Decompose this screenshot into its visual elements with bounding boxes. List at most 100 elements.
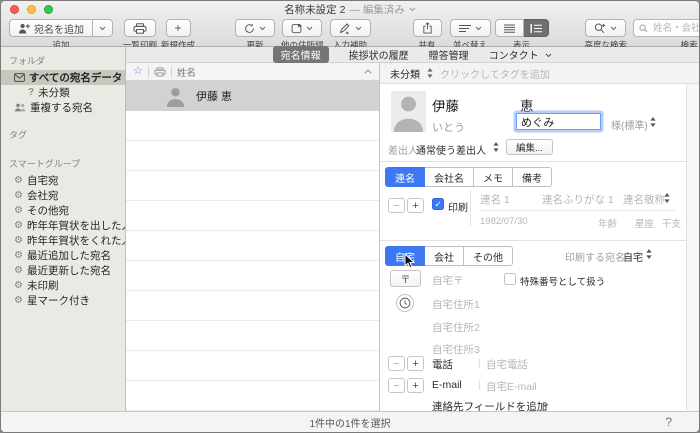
joint-honorific-stepper-icon[interactable] bbox=[664, 193, 670, 203]
smart-group-label: 自宅宛 bbox=[27, 173, 59, 188]
help-button[interactable]: ? bbox=[665, 415, 672, 429]
tab-joint-name[interactable]: 連名 bbox=[385, 167, 425, 187]
tab-greeting-history[interactable]: 挨拶状の履歴 bbox=[349, 47, 409, 62]
sender-stepper-icon[interactable] bbox=[493, 142, 499, 152]
print-target-stepper-icon[interactable] bbox=[646, 249, 652, 259]
column-divider bbox=[171, 67, 172, 77]
scrollbar-track[interactable] bbox=[686, 84, 699, 411]
history-clock-button[interactable] bbox=[396, 294, 414, 312]
list-row-name: 伊藤 恵 bbox=[196, 88, 232, 104]
birthday-placeholder[interactable]: 1982/07/30 bbox=[480, 216, 528, 227]
sender-select[interactable]: 通常使う差出人 bbox=[416, 142, 486, 157]
add-joint-button[interactable]: + bbox=[407, 198, 424, 213]
update-button[interactable] bbox=[235, 19, 275, 37]
tab-remarks[interactable]: 備考 bbox=[513, 167, 552, 187]
sidebar-item-recently-added[interactable]: ⚙ 最近追加した宛名 bbox=[1, 248, 125, 263]
phone-placeholder[interactable]: 自宅電話 bbox=[486, 357, 528, 372]
sidebar-item-unclassified[interactable]: ? 未分類 bbox=[1, 85, 125, 100]
sidebar-item-sent-cards-last-year[interactable]: ⚙ 昨年年賀状を出した人 bbox=[1, 218, 125, 233]
print-checkbox[interactable]: ✓ bbox=[432, 198, 444, 210]
title-chevron-down-icon[interactable] bbox=[409, 7, 416, 12]
address2-placeholder[interactable]: 自宅住所2 bbox=[432, 320, 480, 335]
joint-honorific-placeholder[interactable]: 連名敬称 bbox=[623, 192, 665, 207]
email-label: E-mail bbox=[432, 379, 462, 391]
tab-gift-management[interactable]: 贈答管理 bbox=[429, 47, 469, 62]
add-recipient-dropdown[interactable] bbox=[93, 19, 113, 37]
add-recipient-button[interactable]: 宛名を追加 bbox=[9, 19, 93, 37]
sidebar-item-starred[interactable]: ⚙ 星マーク付き bbox=[1, 293, 125, 308]
tab-other-address[interactable]: その他 bbox=[464, 246, 513, 266]
minimize-window-button[interactable] bbox=[27, 5, 36, 14]
joint-name-placeholder[interactable]: 連名 1 bbox=[480, 192, 510, 207]
list-print-button[interactable] bbox=[124, 19, 156, 37]
sidebar-item-all-data-label: すべての宛名データ bbox=[29, 70, 122, 85]
other-address-books-button[interactable] bbox=[282, 19, 322, 37]
remove-joint-button[interactable]: − bbox=[388, 198, 405, 213]
tab-company-name[interactable]: 会社名 bbox=[425, 167, 474, 187]
special-number-checkbox[interactable] bbox=[504, 273, 516, 285]
tab-company-address[interactable]: 会社 bbox=[425, 246, 464, 266]
name-column-header[interactable]: 姓名 bbox=[177, 65, 196, 79]
share-icon bbox=[422, 22, 433, 34]
phone-label: 電話 bbox=[432, 357, 453, 372]
sidebar-item-recently-updated[interactable]: ⚙ 最近更新した宛名 bbox=[1, 263, 125, 278]
detail-tabstrip: 宛名情報 挨拶状の履歴 贈答管理 コンタクト bbox=[126, 47, 699, 63]
postal-code-placeholder[interactable]: 自宅〒 bbox=[432, 273, 464, 288]
contact-avatar-large[interactable] bbox=[391, 91, 426, 132]
zoom-window-button[interactable] bbox=[44, 5, 53, 14]
honorific-stepper-icon[interactable] bbox=[650, 117, 656, 127]
address1-placeholder[interactable]: 自宅住所1 bbox=[432, 297, 480, 312]
joint-kana-placeholder[interactable]: 連名ふりがな 1 bbox=[542, 192, 614, 207]
tag-stepper-icon[interactable] bbox=[427, 68, 433, 78]
add-phone-button[interactable]: + bbox=[407, 356, 424, 371]
tab-memo[interactable]: メモ bbox=[474, 167, 513, 187]
close-window-button[interactable] bbox=[10, 5, 19, 14]
sidebar-item-duplicates[interactable]: 重複する宛名 bbox=[1, 100, 125, 115]
first-name-kana-input[interactable] bbox=[516, 113, 601, 130]
new-document-button[interactable]: + bbox=[166, 19, 191, 37]
remove-email-button[interactable]: − bbox=[388, 378, 405, 393]
add-email-button[interactable]: + bbox=[407, 378, 424, 393]
advanced-search-button[interactable] bbox=[585, 19, 626, 37]
list-body: 伊藤 恵 bbox=[126, 81, 379, 411]
sort-ascending-icon[interactable] bbox=[364, 69, 372, 74]
question-icon: ? bbox=[28, 87, 34, 98]
sort-button[interactable] bbox=[450, 19, 491, 37]
sidebar-item-home-addressed[interactable]: ⚙ 自宅宛 bbox=[1, 173, 125, 188]
edit-sender-button[interactable]: 編集... bbox=[506, 139, 553, 155]
tag-select[interactable]: 未分類 bbox=[390, 66, 420, 81]
first-name[interactable]: 恵 bbox=[520, 95, 534, 115]
email-placeholder[interactable]: 自宅E-mail bbox=[486, 379, 537, 394]
print-column-icon[interactable] bbox=[154, 67, 166, 77]
last-name-kana[interactable]: いとう bbox=[432, 119, 465, 135]
person-add-icon bbox=[18, 23, 30, 34]
joint-tabs: 連名 会社名 メモ 備考 bbox=[385, 167, 552, 187]
share-button[interactable] bbox=[413, 19, 442, 37]
tab-contact[interactable]: コンタクト bbox=[489, 47, 553, 62]
search-input[interactable] bbox=[651, 22, 700, 35]
sidebar-item-other-addressed[interactable]: ⚙ その他宛 bbox=[1, 203, 125, 218]
sidebar-item-not-printed[interactable]: ⚙ 未印刷 bbox=[1, 278, 125, 293]
print-target-select[interactable]: 自宅 bbox=[623, 249, 643, 264]
sidebar-item-all-data[interactable]: すべての宛名データ bbox=[1, 70, 125, 85]
sidebar-item-received-cards-last-year[interactable]: ⚙ 昨年年賀状をくれた人 bbox=[1, 233, 125, 248]
smart-group-label: 星マーク付き bbox=[27, 293, 90, 308]
add-tag-placeholder[interactable]: クリックしてタグを追加 bbox=[440, 66, 550, 81]
tab-address-info[interactable]: 宛名情報 bbox=[273, 46, 329, 63]
search-icon bbox=[639, 24, 648, 33]
star-column-icon[interactable]: ☆ bbox=[133, 66, 143, 77]
last-name[interactable]: 伊藤 bbox=[432, 95, 459, 115]
input-assist-button[interactable] bbox=[330, 19, 371, 37]
sidebar-item-company-addressed[interactable]: ⚙ 会社宛 bbox=[1, 188, 125, 203]
search-field[interactable] bbox=[633, 19, 700, 37]
smart-group-label: 未印刷 bbox=[27, 278, 59, 293]
pen-plus-icon bbox=[339, 23, 351, 34]
list-row-selected[interactable]: 伊藤 恵 bbox=[126, 81, 379, 111]
smart-groups-section-header: スマートグループ bbox=[1, 152, 125, 173]
postal-lookup-button[interactable]: 〒 bbox=[390, 270, 421, 287]
remove-phone-button[interactable]: − bbox=[388, 356, 405, 371]
honorific-value[interactable]: 様(標準) bbox=[611, 117, 648, 132]
address3-placeholder[interactable]: 自宅住所3 bbox=[432, 342, 480, 357]
view-detail-segment[interactable] bbox=[524, 19, 549, 37]
view-list-segment[interactable] bbox=[495, 19, 524, 37]
